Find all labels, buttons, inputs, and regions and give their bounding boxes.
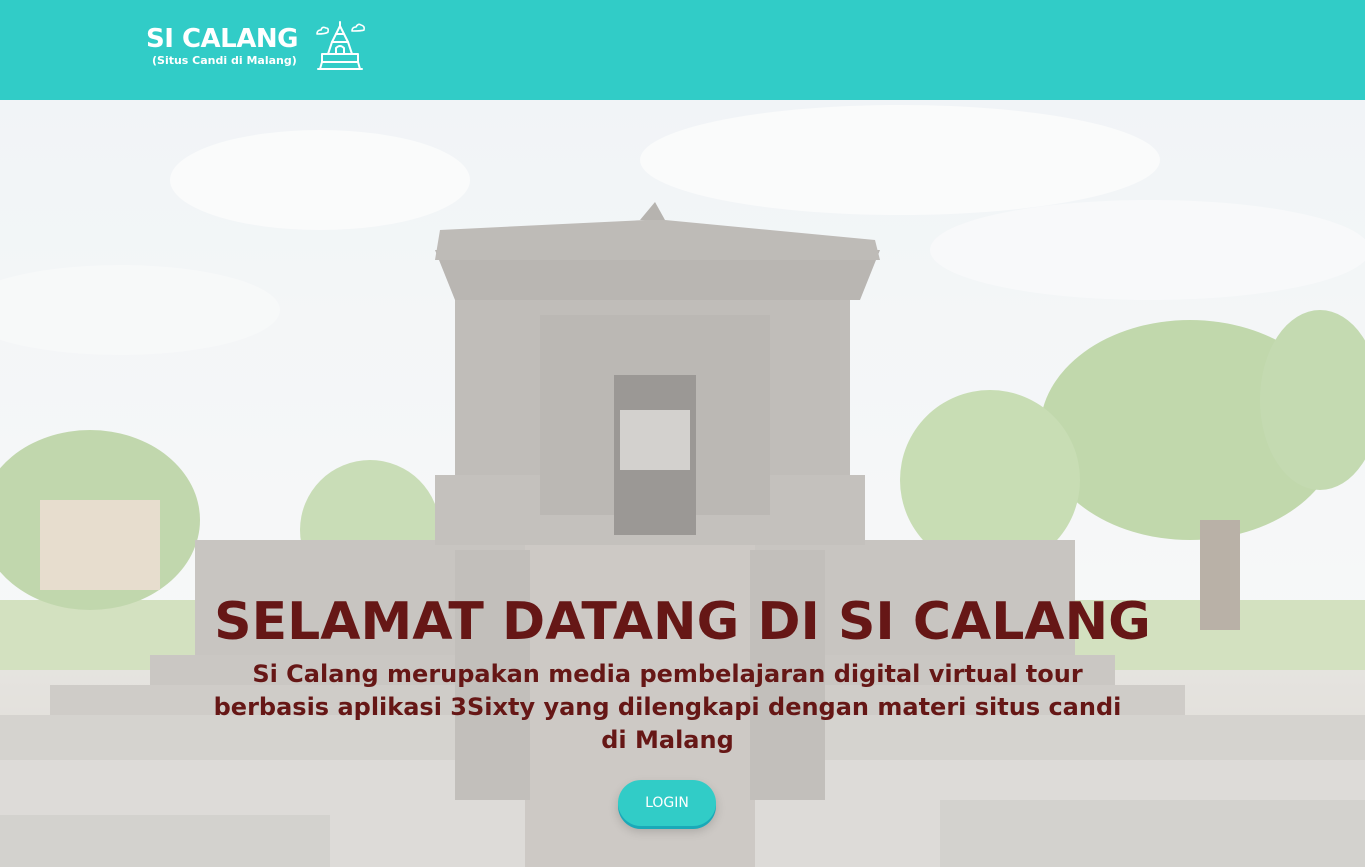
login-button[interactable]: LOGIN [618,780,716,826]
site-logo[interactable]: SI CALANG (Situs Candi di Malang) [146,20,368,74]
logo-title: SI CALANG [146,24,298,54]
temple-icon [316,21,365,70]
hero-section: SELAMAT DATANG DI SI CALANG Si Calang me… [0,100,1365,867]
hero-description: Si Calang merupakan media pembelajaran d… [213,660,1122,754]
welcome-headline: SELAMAT DATANG DI SI CALANG [214,592,1151,652]
navbar: SI CALANG (Situs Candi di Malang) [0,0,1365,100]
logo-subtitle: (Situs Candi di Malang) [152,54,297,67]
